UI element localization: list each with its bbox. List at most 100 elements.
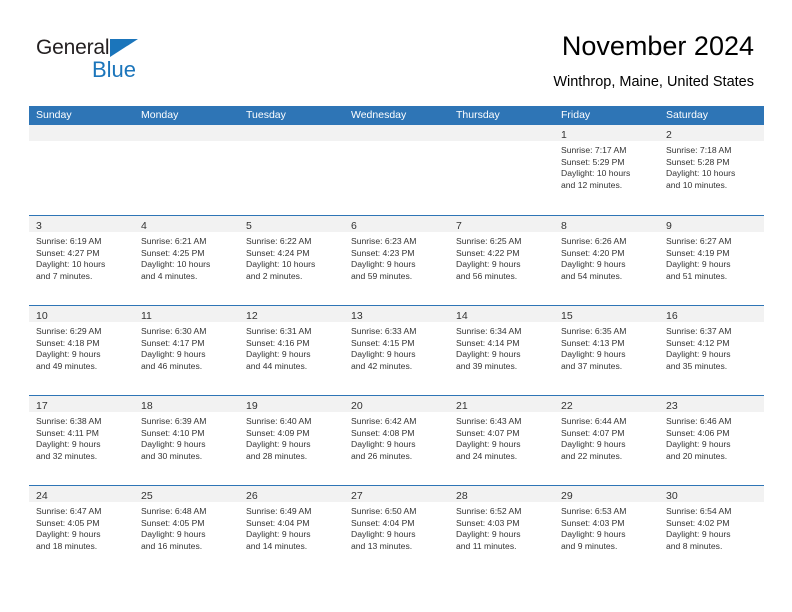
daylight-text-line2: and 44 minutes.	[246, 360, 308, 371]
sunset-text: Sunset: 4:10 PM	[141, 427, 205, 438]
calendar-day-cell[interactable]: 19 Sunrise: 6:40 AM Sunset: 4:09 PM Dayligh…	[239, 396, 344, 485]
daylight-text-line1: Daylight: 9 hours	[246, 349, 311, 360]
day-number-band: 2	[659, 125, 764, 141]
daylight-text-line2: and 14 minutes.	[246, 540, 308, 551]
sunrise-text: Sunrise: 6:39 AM	[141, 416, 207, 426]
calendar-day-cell[interactable]: 29 Sunrise: 6:53 AM Sunset: 4:03 PM Dayligh…	[554, 486, 659, 575]
daylight-text-line2: and 10 minutes.	[666, 179, 728, 190]
day-number: 24	[36, 490, 48, 502]
daylight-text-line1: Daylight: 9 hours	[561, 259, 626, 270]
daylight-text-line1: Daylight: 9 hours	[246, 439, 311, 450]
daylight-text-line2: and 9 minutes.	[561, 540, 618, 551]
day-number: 16	[666, 310, 678, 322]
sunset-text: Sunset: 4:02 PM	[666, 517, 730, 528]
day-number-band: 27	[344, 486, 449, 502]
calendar-day-cell[interactable]: 5 Sunrise: 6:22 AM Sunset: 4:24 PM Daylight…	[239, 216, 344, 305]
daylight-text-line1: Daylight: 9 hours	[36, 529, 101, 540]
calendar-day-cell[interactable]: 11 Sunrise: 6:30 AM Sunset: 4:17 PM Dayligh…	[134, 306, 239, 395]
day-number-band: 1	[554, 125, 659, 141]
sunset-text: Sunset: 4:03 PM	[561, 517, 625, 528]
calendar-day-cell[interactable]: 20 Sunrise: 6:42 AM Sunset: 4:08 PM Dayligh…	[344, 396, 449, 485]
calendar-day-cell[interactable]: 4 Sunrise: 6:21 AM Sunset: 4:25 PM Daylight…	[134, 216, 239, 305]
sunrise-text: Sunrise: 6:33 AM	[351, 326, 417, 336]
day-number: 30	[666, 490, 678, 502]
sunset-text: Sunset: 4:19 PM	[666, 247, 730, 258]
daylight-text-line1: Daylight: 9 hours	[246, 529, 311, 540]
daylight-text-line1: Daylight: 9 hours	[456, 439, 521, 450]
daylight-text-line2: and 8 minutes.	[666, 540, 723, 551]
day-details: Sunrise: 6:25 AM Sunset: 4:22 PM Daylight:…	[449, 232, 554, 282]
calendar-day-cell[interactable]: 3 Sunrise: 6:19 AM Sunset: 4:27 PM Daylight…	[29, 216, 134, 305]
day-details: Sunrise: 6:40 AM Sunset: 4:09 PM Daylight:…	[239, 412, 344, 462]
calendar-day-cell[interactable]: 26 Sunrise: 6:49 AM Sunset: 4:04 PM Dayligh…	[239, 486, 344, 575]
calendar-day-cell[interactable]: 10 Sunrise: 6:29 AM Sunset: 4:18 PM Dayligh…	[29, 306, 134, 395]
calendar-day-cell[interactable]: 24 Sunrise: 6:47 AM Sunset: 4:05 PM Dayligh…	[29, 486, 134, 575]
sunset-text: Sunset: 4:23 PM	[351, 247, 415, 258]
daylight-text-line2: and 49 minutes.	[36, 360, 98, 371]
calendar-cell-empty	[134, 125, 239, 215]
calendar-day-cell[interactable]: 21 Sunrise: 6:43 AM Sunset: 4:07 PM Dayligh…	[449, 396, 554, 485]
sunrise-text: Sunrise: 6:22 AM	[246, 236, 312, 246]
day-number-band: 30	[659, 486, 764, 502]
daylight-text-line1: Daylight: 9 hours	[141, 529, 206, 540]
calendar-page: General Blue November 2024 Winthrop, Mai…	[0, 0, 792, 612]
calendar-day-cell[interactable]: 30 Sunrise: 6:54 AM Sunset: 4:02 PM Dayligh…	[659, 486, 764, 575]
daylight-text-line2: and 30 minutes.	[141, 450, 203, 461]
day-number: 11	[141, 310, 152, 322]
general-blue-logo[interactable]: General Blue	[36, 36, 216, 84]
day-number-band: 10	[29, 306, 134, 322]
calendar-cell-empty	[29, 125, 134, 215]
daylight-text-line2: and 46 minutes.	[141, 360, 203, 371]
calendar-day-cell[interactable]: 16 Sunrise: 6:37 AM Sunset: 4:12 PM Dayligh…	[659, 306, 764, 395]
calendar-day-cell[interactable]: 14 Sunrise: 6:34 AM Sunset: 4:14 PM Dayligh…	[449, 306, 554, 395]
day-number-band: 17	[29, 396, 134, 412]
calendar-day-cell[interactable]: 15 Sunrise: 6:35 AM Sunset: 4:13 PM Dayligh…	[554, 306, 659, 395]
sunset-text: Sunset: 4:24 PM	[246, 247, 310, 258]
calendar-day-cell[interactable]: 9 Sunrise: 6:27 AM Sunset: 4:19 PM Daylight…	[659, 216, 764, 305]
calendar-day-cell[interactable]: 8 Sunrise: 6:26 AM Sunset: 4:20 PM Daylight…	[554, 216, 659, 305]
day-number-band	[344, 125, 449, 141]
day-number-band: 16	[659, 306, 764, 322]
calendar-cell-empty	[449, 125, 554, 215]
calendar-day-cell[interactable]: 2 Sunrise: 7:18 AM Sunset: 5:28 PM Daylight…	[659, 125, 764, 215]
daylight-text-line2: and 13 minutes.	[351, 540, 413, 551]
day-number: 22	[561, 400, 573, 412]
calendar-day-cell[interactable]: 13 Sunrise: 6:33 AM Sunset: 4:15 PM Dayligh…	[344, 306, 449, 395]
calendar-day-cell[interactable]: 17 Sunrise: 6:38 AM Sunset: 4:11 PM Dayligh…	[29, 396, 134, 485]
day-number: 14	[456, 310, 468, 322]
sunset-text: Sunset: 4:07 PM	[456, 427, 520, 438]
day-number-band: 26	[239, 486, 344, 502]
day-number: 18	[141, 400, 153, 412]
sunrise-text: Sunrise: 7:17 AM	[561, 145, 627, 155]
calendar-day-cell[interactable]: 23 Sunrise: 6:46 AM Sunset: 4:06 PM Dayligh…	[659, 396, 764, 485]
sunrise-text: Sunrise: 6:34 AM	[456, 326, 522, 336]
page-header: General Blue November 2024 Winthrop, Mai…	[0, 0, 792, 100]
calendar-day-cell[interactable]: 18 Sunrise: 6:39 AM Sunset: 4:10 PM Dayligh…	[134, 396, 239, 485]
sunrise-text: Sunrise: 6:21 AM	[141, 236, 207, 246]
calendar-day-cell[interactable]: 7 Sunrise: 6:25 AM Sunset: 4:22 PM Daylight…	[449, 216, 554, 305]
calendar-day-cell[interactable]: 28 Sunrise: 6:52 AM Sunset: 4:03 PM Dayligh…	[449, 486, 554, 575]
day-number: 5	[246, 220, 252, 232]
calendar-day-cell[interactable]: 1 Sunrise: 7:17 AM Sunset: 5:29 PM Daylight…	[554, 125, 659, 215]
sunrise-text: Sunrise: 6:19 AM	[36, 236, 102, 246]
day-number-band: 11	[134, 306, 239, 322]
calendar-week-row: 1 Sunrise: 7:17 AM Sunset: 5:29 PM Daylight…	[29, 125, 764, 215]
sunrise-text: Sunrise: 6:31 AM	[246, 326, 312, 336]
daylight-text-line2: and 37 minutes.	[561, 360, 623, 371]
sunrise-text: Sunrise: 6:42 AM	[351, 416, 417, 426]
daylight-text-line2: and 35 minutes.	[666, 360, 728, 371]
day-number: 15	[561, 310, 573, 322]
weekday-header-tuesday: Tuesday	[246, 109, 286, 121]
day-number-band: 4	[134, 216, 239, 232]
calendar-day-cell[interactable]: 22 Sunrise: 6:44 AM Sunset: 4:07 PM Dayligh…	[554, 396, 659, 485]
day-details: Sunrise: 6:50 AM Sunset: 4:04 PM Daylight:…	[344, 502, 449, 552]
daylight-text-line1: Daylight: 9 hours	[666, 259, 731, 270]
day-details: Sunrise: 6:29 AM Sunset: 4:18 PM Daylight:…	[29, 322, 134, 372]
calendar-day-cell[interactable]: 12 Sunrise: 6:31 AM Sunset: 4:16 PM Dayligh…	[239, 306, 344, 395]
calendar-day-cell[interactable]: 25 Sunrise: 6:48 AM Sunset: 4:05 PM Dayligh…	[134, 486, 239, 575]
sunrise-text: Sunrise: 6:43 AM	[456, 416, 522, 426]
calendar-day-cell[interactable]: 27 Sunrise: 6:50 AM Sunset: 4:04 PM Dayligh…	[344, 486, 449, 575]
calendar-day-cell[interactable]: 6 Sunrise: 6:23 AM Sunset: 4:23 PM Daylight…	[344, 216, 449, 305]
day-number: 12	[246, 310, 258, 322]
sunrise-text: Sunrise: 6:40 AM	[246, 416, 312, 426]
